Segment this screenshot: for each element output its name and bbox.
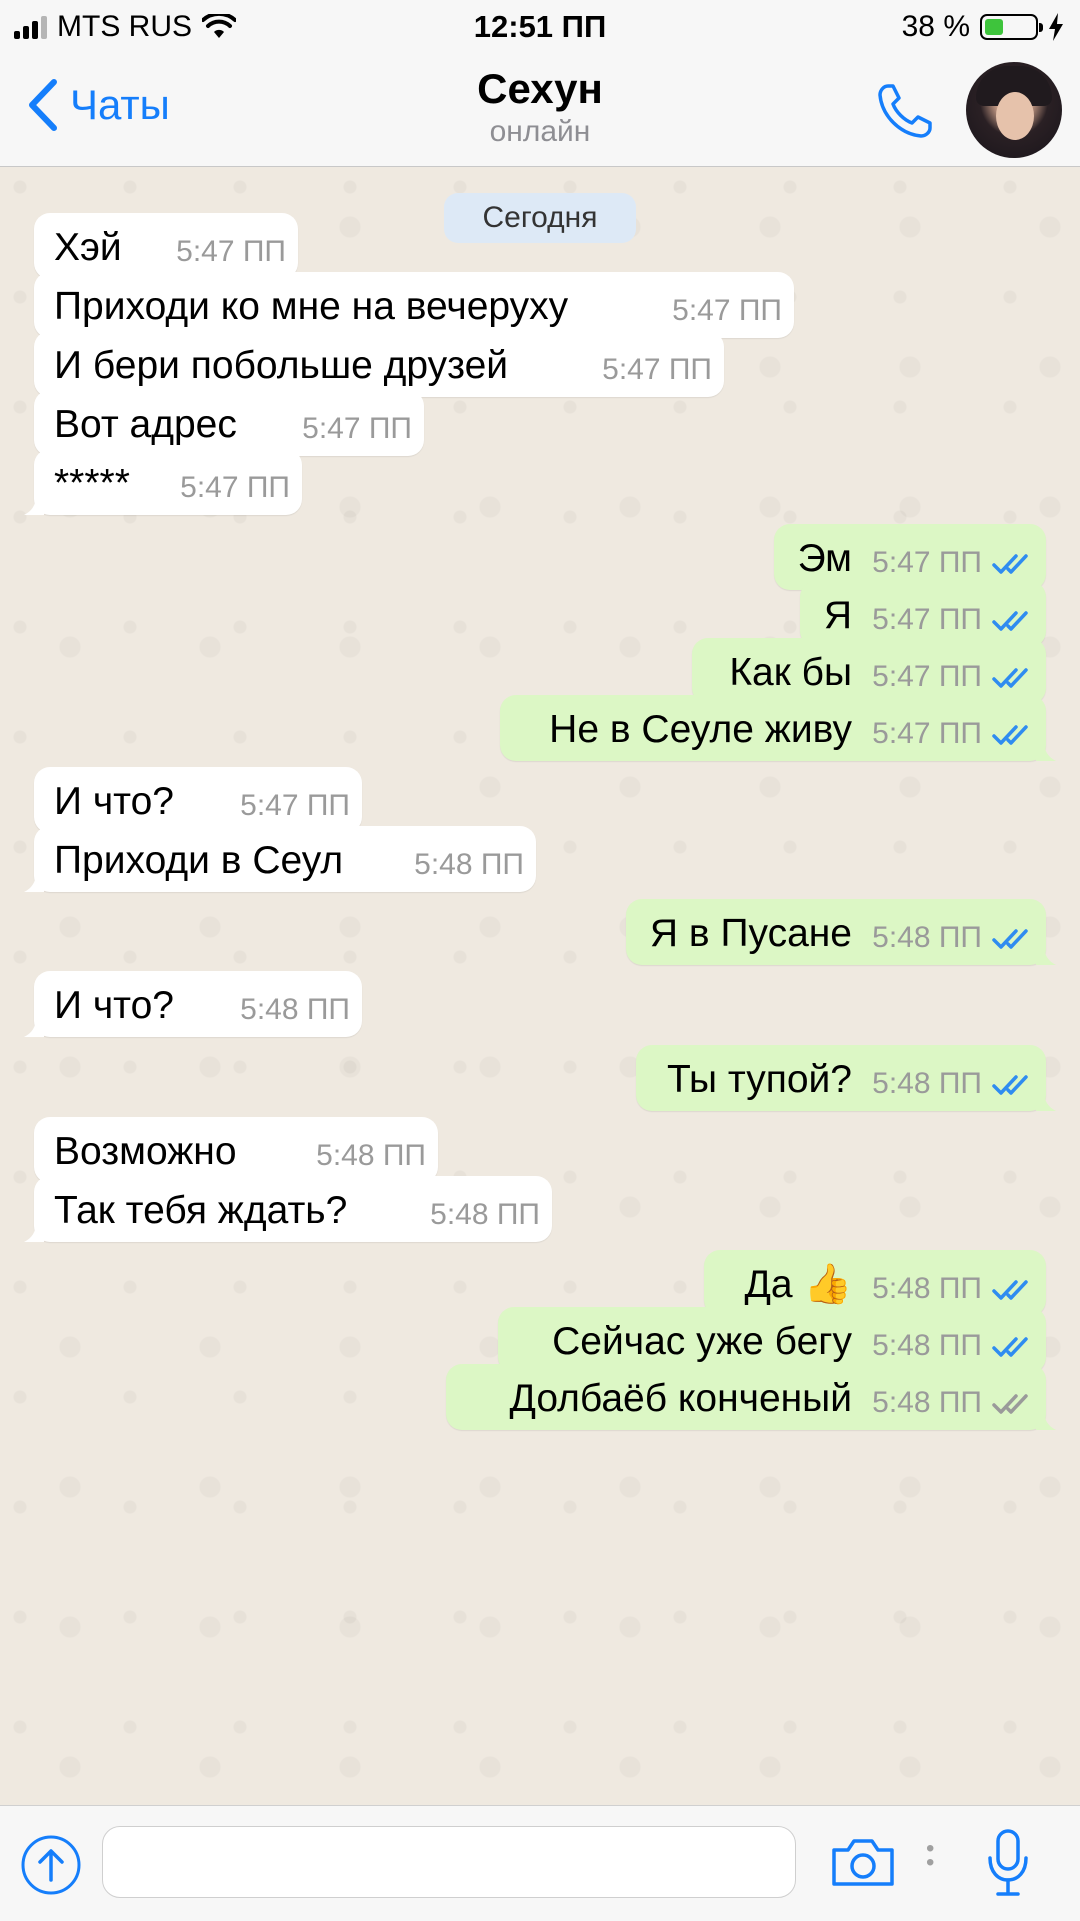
upload-arrow-icon <box>21 1835 81 1895</box>
message-text: Да 👍 <box>744 1263 853 1306</box>
message-time: 5:47 ПП <box>176 235 286 268</box>
bubble-tail <box>1036 945 1056 965</box>
message-text: Эм <box>797 537 852 580</box>
message-time: 5:48 ПП <box>872 1386 982 1419</box>
message-text: ***** <box>54 462 130 505</box>
bubble-tail <box>1036 1091 1056 1111</box>
battery-percent: 38 % <box>901 10 970 43</box>
bubble-tail <box>24 1222 44 1242</box>
incoming-message[interactable]: Хэй 5:47 ПП <box>34 213 298 279</box>
bubble-tail <box>24 495 44 515</box>
outgoing-message[interactable]: Не в Сеуле живу 5:47 ПП <box>500 695 1056 761</box>
mic-button[interactable] <box>986 1828 1030 1903</box>
message-time: 5:47 ПП <box>872 660 982 693</box>
read-ticks-icon <box>992 1280 1028 1300</box>
message-time: 5:48 ПП <box>872 1272 982 1305</box>
incoming-message[interactable]: Так тебя ждать? 5:48 ПП <box>24 1176 552 1242</box>
message-time: 5:48 ПП <box>872 921 982 954</box>
message-text: Хэй <box>54 226 122 269</box>
read-ticks-icon <box>992 1337 1028 1357</box>
read-ticks-icon <box>992 725 1028 745</box>
message-text: Ты тупой? <box>666 1058 852 1101</box>
message-input[interactable] <box>102 1826 796 1898</box>
message-text: Не в Сеуле живу <box>549 708 852 751</box>
incoming-message[interactable]: И что? 5:48 ПП <box>24 971 362 1037</box>
bubble-tail <box>1036 741 1056 761</box>
message-time: 5:48 ПП <box>872 1067 982 1100</box>
incoming-message[interactable]: И бери побольше друзей 5:47 ПП <box>34 331 724 397</box>
camera-button[interactable] <box>830 1836 896 1893</box>
charging-bolt-icon <box>1049 13 1063 41</box>
message-text: Я в Пусане <box>649 912 852 955</box>
read-ticks-icon <box>992 668 1028 688</box>
avatar[interactable] <box>966 62 1062 158</box>
message-time: 5:47 ПП <box>602 353 712 386</box>
message-time: 5:47 ПП <box>302 412 412 445</box>
incoming-message[interactable]: Приходи в Сеул 5:48 ПП <box>24 826 536 892</box>
message-time: 5:48 ПП <box>316 1139 426 1172</box>
message-time: 5:48 ПП <box>430 1198 540 1231</box>
status-bar: MTS RUS 12:51 ПП 38 % <box>0 0 1080 56</box>
read-ticks-icon <box>992 554 1028 574</box>
chat-header: Чаты Сехун онлайн <box>0 56 1080 167</box>
upload-button[interactable] <box>20 1834 82 1901</box>
read-ticks-icon <box>992 1075 1028 1095</box>
incoming-message[interactable]: ***** 5:47 ПП <box>24 449 302 515</box>
message-time: 5:48 ПП <box>414 848 524 881</box>
delivered-ticks-icon <box>992 1394 1028 1414</box>
incoming-message[interactable]: Приходи ко мне на вечеруху 5:47 ПП <box>34 272 794 338</box>
message-time: 5:47 ПП <box>240 789 350 822</box>
read-ticks-icon <box>992 929 1028 949</box>
message-text: Сейчас уже бегу <box>552 1320 852 1363</box>
phone-icon <box>878 84 932 138</box>
message-text: И что? <box>54 780 174 823</box>
message-time: 5:47 ПП <box>180 471 290 504</box>
message-text: И что? <box>54 984 174 1027</box>
message-text: Так тебя ждать? <box>54 1189 348 1232</box>
read-ticks-icon <box>992 611 1028 631</box>
message-list[interactable]: Сегодня Хэй 5:47 ПП Приходи ко мне на вече… <box>0 167 1080 1805</box>
message-text: Долбаёб конченый <box>509 1377 852 1420</box>
outgoing-message[interactable]: Долбаёб конченый 5:48 ПП <box>446 1364 1056 1430</box>
message-text: Приходи ко мне на вечеруху <box>54 285 569 328</box>
input-bar: • • <box>0 1805 1080 1921</box>
more-dots-icon[interactable]: • • <box>926 1837 934 1875</box>
message-time: 5:47 ПП <box>872 717 982 750</box>
message-text: Приходи в Сеул <box>54 839 344 882</box>
incoming-message[interactable]: Возможно 5:48 ПП <box>34 1117 438 1183</box>
status-right: 38 % <box>902 10 1064 44</box>
outgoing-message[interactable]: Я в Пусане 5:48 ПП <box>626 899 1056 965</box>
message-text: Я <box>823 594 852 637</box>
message-time: 5:47 ПП <box>672 294 782 327</box>
message-time: 5:48 ПП <box>240 993 350 1026</box>
battery-icon <box>980 14 1043 40</box>
message-text: Как бы <box>729 651 852 694</box>
bubble-tail <box>24 1017 44 1037</box>
microphone-icon <box>988 1829 1028 1896</box>
date-separator: Сегодня <box>444 193 636 243</box>
message-text: Возможно <box>54 1130 237 1173</box>
message-time: 5:47 ПП <box>872 546 982 579</box>
message-time: 5:48 ПП <box>872 1329 982 1362</box>
call-button[interactable] <box>874 80 936 147</box>
camera-icon <box>832 1839 894 1886</box>
bubble-tail <box>24 872 44 892</box>
message-text: Вот адрес <box>54 403 237 446</box>
outgoing-message[interactable]: Ты тупой? 5:48 ПП <box>636 1045 1056 1111</box>
incoming-message[interactable]: Вот адрес 5:47 ПП <box>34 390 424 456</box>
bubble-tail <box>1036 1410 1056 1430</box>
incoming-message[interactable]: И что? 5:47 ПП <box>34 767 362 833</box>
message-text: И бери побольше друзей <box>54 344 509 387</box>
message-time: 5:47 ПП <box>872 603 982 636</box>
